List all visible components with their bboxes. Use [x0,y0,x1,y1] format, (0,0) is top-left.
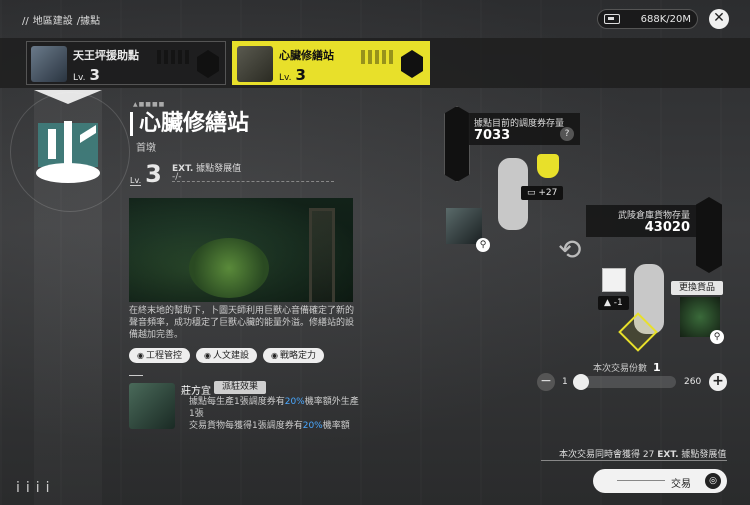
swap-goods-button[interactable]: 更換貨品 [671,281,724,295]
help-icon[interactable]: ? [560,127,574,141]
chip-engineering[interactable]: 工程管控 [129,348,190,363]
tab-level: Lv. 3 [279,66,306,84]
development-bar [172,181,334,182]
ext-icon: EXT. [657,450,679,460]
tab-heart-repair[interactable]: 心臟修繕站 Lv. 3 [232,41,430,85]
currency-display[interactable]: 688K/20M [597,9,698,29]
tab-name: 心臟修繕站 [279,49,334,62]
chip-strategy[interactable]: 戰略定力 [263,348,324,363]
development-label: EXT. 據點發展值 [172,164,242,174]
tab-tianwangping[interactable]: 天王坪援助點 Lv. 3 [26,41,226,85]
tag-chips: 工程管控 人文建設 戰略定力 [129,348,324,363]
slider-max: 260 [684,377,702,387]
outpost-tabs: 天王坪援助點 Lv. 3 心臟修繕站 Lv. 3 [0,38,750,88]
increase-button[interactable]: + [709,373,727,391]
tab-level: Lv. 3 [73,66,100,84]
station-description: 在終末地的幫助下，卜圖天師利用巨獸心音備確定了新的聲音頻率，成功穩定了巨獸心臟的… [129,306,355,340]
station-title: 心臟修繕站 [130,112,249,136]
station-image [129,198,353,302]
station-subtitle: 首墩 [136,143,156,154]
ticket-icon [604,14,620,24]
divider [541,460,727,461]
voucher-gauge [444,106,470,182]
slider-handle[interactable] [573,374,589,390]
divider [129,375,143,376]
magnify-icon[interactable]: ⚲ [710,330,724,344]
currency-value: 688K/20M [640,13,691,25]
warehouse-stock-box: 武陵倉庫貨物存量 43020 [586,205,696,237]
quantity-value: 1 [653,361,661,374]
slider-min: 1 [562,377,568,387]
voucher-bag-icon [537,154,559,178]
close-icon: ✕ [713,10,725,26]
quantity-label: 本次交易份數 1 [593,361,661,374]
warehouse-stock-value: 43020 [644,220,690,235]
stock-gauge [696,197,722,273]
breadcrumb: //地區建設/據點 [22,16,101,27]
cargo-cube-icon [602,268,626,292]
page-indicator: iiii [16,480,56,496]
decrease-button[interactable]: − [537,373,555,391]
tab-name: 天王坪援助點 [73,49,139,62]
outpost-avatar [31,46,67,82]
hexagon-icon [197,50,219,78]
operator-effect-tag: 派駐效果 [214,381,267,394]
magnify-icon[interactable]: ⚲ [476,238,490,252]
operator-avatar[interactable] [129,383,175,429]
station-level: Lv. 3 [130,160,162,188]
close-button[interactable]: ✕ [709,9,729,29]
exchange-icon: ⟲ [558,233,582,266]
voucher-gain: ▭ +27 [521,186,564,200]
operator-effect-text: 據點每生產1張調度券有20%機率額外生產1張 交易貨物每獲得1張調度券有20%機… [189,397,359,431]
voucher-stock-value: 7033 [474,128,511,143]
stock-loss: ▲ -1 [598,296,629,310]
top-bar: //地區建設/據點 688K/20M ✕ [0,0,750,36]
decor-indicator: ▲■■■■ [133,101,166,108]
pattern-decoration [157,50,191,64]
outpost-emblem-icon [36,121,100,183]
trade-gain-text: 本次交易同時會獲得 27 EXT. 據點發展值 [559,450,727,460]
pattern-decoration [361,50,395,64]
voucher-stock-box: 據點目前的調度券存量 7033 ? [468,113,580,145]
chip-humanities[interactable]: 人文建設 [196,348,257,363]
trade-button[interactable]: 交易 ◎ [593,469,727,493]
breadcrumb-item-region[interactable]: 地區建設 [33,16,73,27]
confirm-icon: ◎ [705,473,721,489]
operator-name: 莊方宜 [181,386,211,397]
breadcrumb-item-outpost: /據點 [76,16,101,27]
outpost-avatar [237,46,273,82]
hexagon-icon [401,50,423,78]
outpost-thumbnail[interactable] [446,208,482,244]
